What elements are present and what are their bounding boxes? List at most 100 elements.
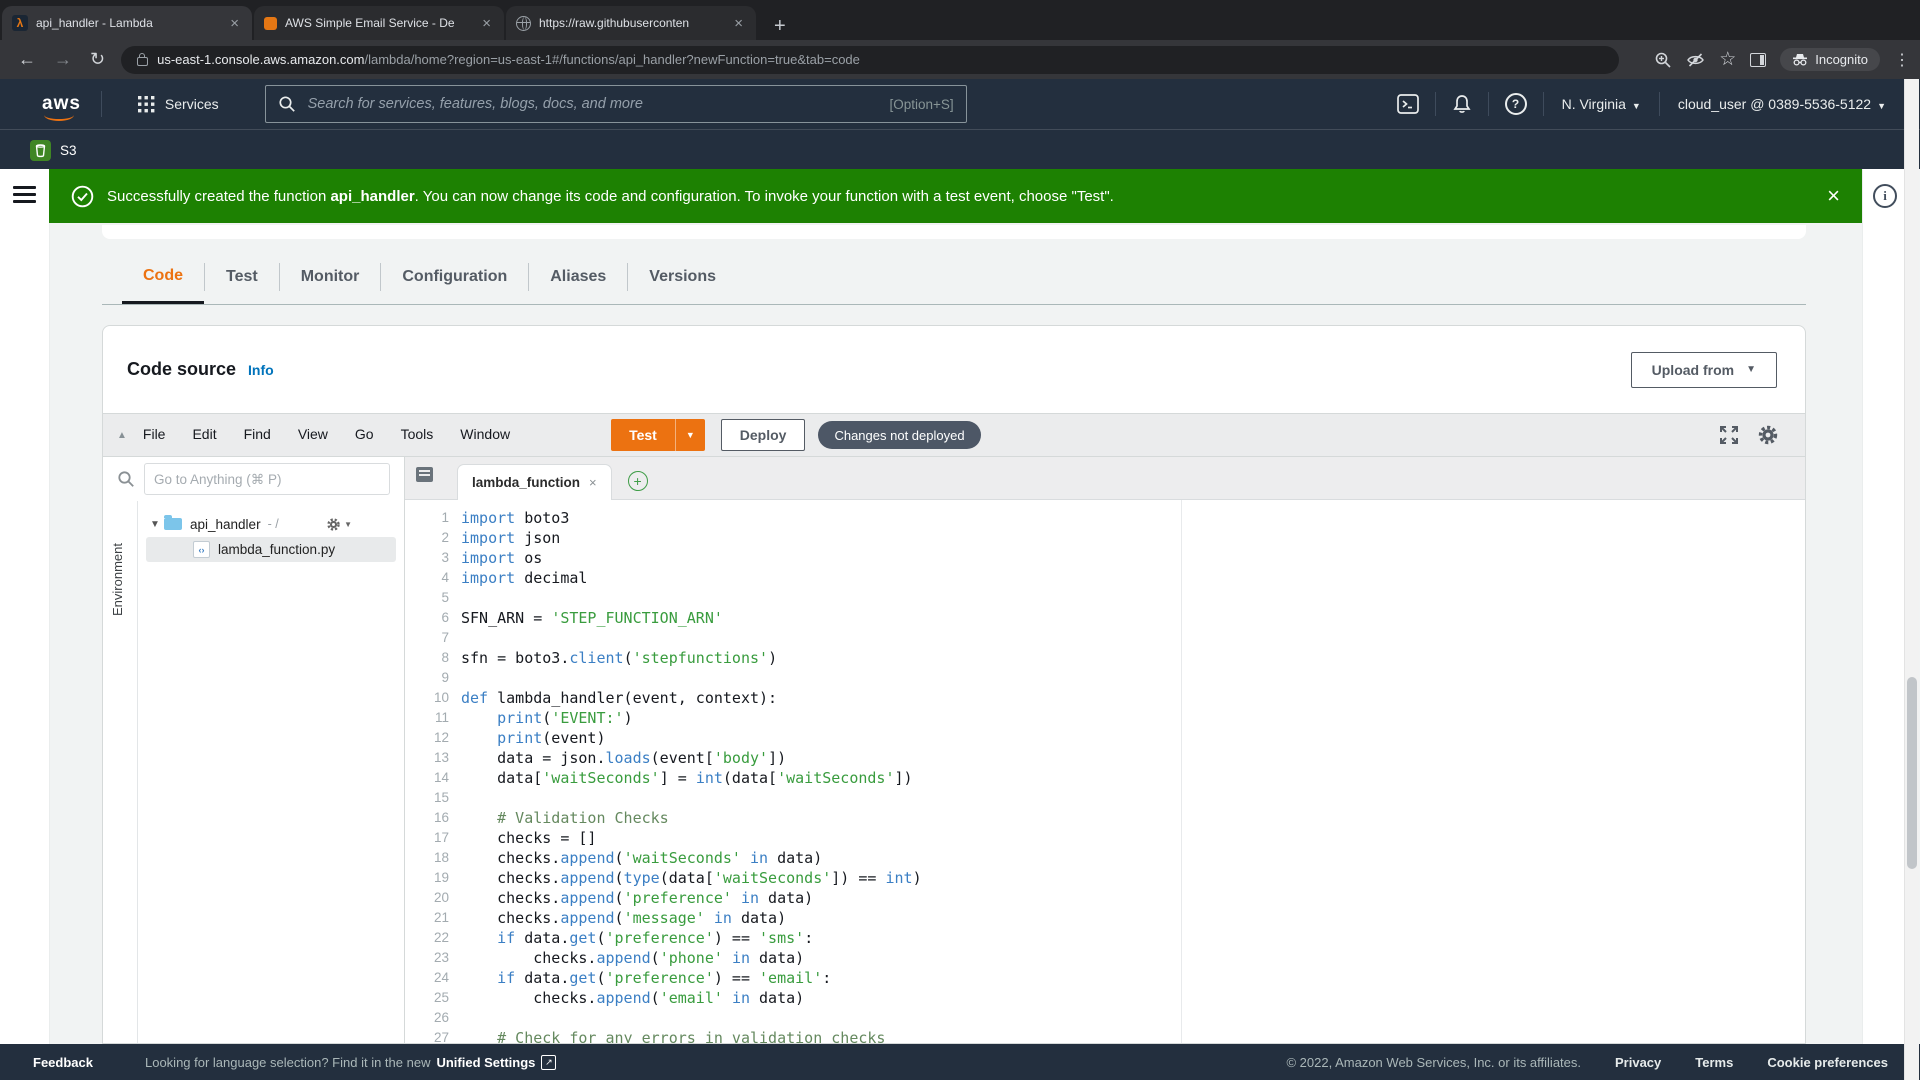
file-explorer-panel: Environment ▼ api_handler - / ▼ bbox=[103, 457, 405, 1044]
reload-icon[interactable]: ↻ bbox=[90, 49, 105, 70]
collapse-panel-icon[interactable]: ▲ bbox=[117, 430, 127, 441]
footer-link-privacy[interactable]: Privacy bbox=[1615, 1055, 1661, 1070]
code-line[interactable]: 6SFN_ARN = 'STEP_FUNCTION_ARN' bbox=[405, 608, 1805, 628]
url-host: us-east-1.console.aws.amazon.com bbox=[157, 52, 364, 67]
new-tab-button[interactable]: + bbox=[766, 13, 794, 40]
menu-file[interactable]: File bbox=[143, 426, 166, 442]
aws-search-box[interactable]: [Option+S] bbox=[265, 85, 967, 123]
code-line[interactable]: 2import json bbox=[405, 528, 1805, 548]
favorite-s3[interactable]: S3 bbox=[30, 140, 77, 161]
code-line[interactable]: 26 bbox=[405, 1008, 1805, 1028]
code-line[interactable]: 9 bbox=[405, 668, 1805, 688]
code-line[interactable]: 16 # Validation Checks bbox=[405, 808, 1805, 828]
close-tab-icon[interactable]: × bbox=[227, 15, 242, 32]
cloudshell-icon[interactable] bbox=[1397, 94, 1419, 114]
code-line[interactable]: 14 data['waitSeconds'] = int(data['waitS… bbox=[405, 768, 1805, 788]
code-line[interactable]: 4import decimal bbox=[405, 568, 1805, 588]
info-link[interactable]: Info bbox=[248, 362, 274, 378]
code-line[interactable]: 13 data = json.loads(event['body']) bbox=[405, 748, 1805, 768]
code-area[interactable]: 1import boto32import json3import os4impo… bbox=[405, 500, 1805, 1044]
code-line[interactable]: 3import os bbox=[405, 548, 1805, 568]
file-list-icon[interactable] bbox=[416, 467, 433, 482]
settings-gear-icon[interactable] bbox=[1757, 424, 1779, 446]
bookmark-star-icon[interactable]: ☆ bbox=[1719, 48, 1736, 71]
test-dropdown-icon[interactable]: ▼ bbox=[675, 419, 705, 451]
url-bar[interactable]: us-east-1.console.aws.amazon.com/lambda/… bbox=[121, 46, 1619, 74]
tab-configuration[interactable]: Configuration bbox=[381, 250, 528, 304]
code-line[interactable]: 22 if data.get('preference') == 'sms': bbox=[405, 928, 1805, 948]
services-menu[interactable]: Services bbox=[138, 96, 219, 113]
code-line[interactable]: 17 checks = [] bbox=[405, 828, 1805, 848]
account-label: cloud_user @ 0389-5536-5122 bbox=[1678, 96, 1871, 112]
tab-code[interactable]: Code bbox=[122, 250, 204, 304]
code-line[interactable]: 27 # Check for any errors in validation … bbox=[405, 1028, 1805, 1044]
back-icon[interactable]: ← bbox=[18, 49, 36, 70]
hamburger-menu-icon[interactable] bbox=[13, 186, 36, 203]
code-line[interactable]: 18 checks.append('waitSeconds' in data) bbox=[405, 848, 1805, 868]
footer-link-terms[interactable]: Terms bbox=[1695, 1055, 1733, 1070]
fullscreen-icon[interactable] bbox=[1719, 425, 1739, 445]
code-line[interactable]: 5 bbox=[405, 588, 1805, 608]
test-button-label[interactable]: Test bbox=[611, 419, 675, 451]
banner-close-icon[interactable]: × bbox=[1827, 185, 1840, 207]
menu-window[interactable]: Window bbox=[460, 426, 510, 442]
region-selector[interactable]: N. Virginia▼ bbox=[1562, 96, 1641, 112]
code-line[interactable]: 1import boto3 bbox=[405, 508, 1805, 528]
menu-edit[interactable]: Edit bbox=[192, 426, 216, 442]
tab-test[interactable]: Test bbox=[205, 250, 279, 304]
browser-tab-lambda[interactable]: λ api_handler - Lambda × bbox=[2, 6, 252, 40]
unified-settings-link[interactable]: Unified Settings bbox=[436, 1055, 535, 1070]
editor-tab-lambda-function[interactable]: lambda_function × bbox=[457, 464, 612, 500]
deploy-button[interactable]: Deploy bbox=[721, 419, 806, 451]
code-line[interactable]: 23 checks.append('phone' in data) bbox=[405, 948, 1805, 968]
eye-off-icon[interactable] bbox=[1686, 51, 1705, 69]
account-menu[interactable]: cloud_user @ 0389-5536-5122▼ bbox=[1678, 96, 1886, 112]
tree-folder-row[interactable]: ▼ api_handler - / ▼ bbox=[138, 511, 404, 537]
feedback-button[interactable]: Feedback bbox=[33, 1055, 93, 1070]
tab-versions[interactable]: Versions bbox=[628, 250, 737, 304]
test-button[interactable]: Test ▼ bbox=[611, 419, 705, 451]
code-line[interactable]: 20 checks.append('preference' in data) bbox=[405, 888, 1805, 908]
code-line[interactable]: 8sfn = boto3.client('stepfunctions') bbox=[405, 648, 1805, 668]
menu-go[interactable]: Go bbox=[355, 426, 374, 442]
menu-tools[interactable]: Tools bbox=[401, 426, 434, 442]
browser-menu-icon[interactable]: ⋮ bbox=[1894, 50, 1910, 70]
menu-view[interactable]: View bbox=[298, 426, 328, 442]
new-editor-tab-icon[interactable]: + bbox=[628, 471, 648, 491]
browser-tab-ses[interactable]: AWS Simple Email Service - De × bbox=[254, 6, 504, 40]
page-scrollbar[interactable] bbox=[1904, 79, 1919, 1080]
aws-logo[interactable]: aws bbox=[42, 93, 81, 115]
tree-settings-icon[interactable]: ▼ bbox=[326, 517, 352, 532]
scrollbar-thumb[interactable] bbox=[1907, 677, 1917, 869]
notifications-bell-icon[interactable] bbox=[1452, 94, 1472, 115]
side-panel-icon[interactable] bbox=[1750, 53, 1766, 67]
tab-monitor[interactable]: Monitor bbox=[280, 250, 381, 304]
code-line[interactable]: 19 checks.append(type(data['waitSeconds'… bbox=[405, 868, 1805, 888]
forward-icon[interactable]: → bbox=[54, 49, 72, 70]
code-line[interactable]: 7 bbox=[405, 628, 1805, 648]
tree-file-row-selected[interactable]: ‹› lambda_function.py bbox=[146, 537, 396, 562]
info-panel-icon[interactable]: i bbox=[1873, 184, 1897, 208]
code-line[interactable]: 10def lambda_handler(event, context): bbox=[405, 688, 1805, 708]
code-line-text: # Check for any errors in validation che… bbox=[461, 1028, 885, 1044]
close-tab-icon[interactable]: × bbox=[731, 15, 746, 32]
help-icon[interactable]: ? bbox=[1505, 93, 1527, 115]
browser-tab-github[interactable]: https://raw.githubuserconten × bbox=[506, 6, 756, 40]
menu-find[interactable]: Find bbox=[244, 426, 271, 442]
caret-down-icon[interactable]: ▼ bbox=[150, 519, 164, 530]
tab-aliases[interactable]: Aliases bbox=[529, 250, 627, 304]
aws-search-input[interactable] bbox=[306, 95, 880, 113]
zoom-icon[interactable] bbox=[1654, 51, 1672, 69]
environment-tab[interactable]: Environment bbox=[110, 543, 125, 616]
code-line[interactable]: 11 print('EVENT:') bbox=[405, 708, 1805, 728]
close-tab-icon[interactable]: × bbox=[479, 15, 494, 32]
close-editor-tab-icon[interactable]: × bbox=[589, 475, 597, 490]
footer-link-cookie-preferences[interactable]: Cookie preferences bbox=[1767, 1055, 1888, 1070]
code-line[interactable]: 25 checks.append('email' in data) bbox=[405, 988, 1805, 1008]
code-line[interactable]: 21 checks.append('message' in data) bbox=[405, 908, 1805, 928]
code-line[interactable]: 15 bbox=[405, 788, 1805, 808]
goto-anything-input[interactable] bbox=[144, 463, 390, 495]
upload-from-button[interactable]: Upload from ▼ bbox=[1631, 352, 1777, 388]
code-line[interactable]: 12 print(event) bbox=[405, 728, 1805, 748]
code-line[interactable]: 24 if data.get('preference') == 'email': bbox=[405, 968, 1805, 988]
